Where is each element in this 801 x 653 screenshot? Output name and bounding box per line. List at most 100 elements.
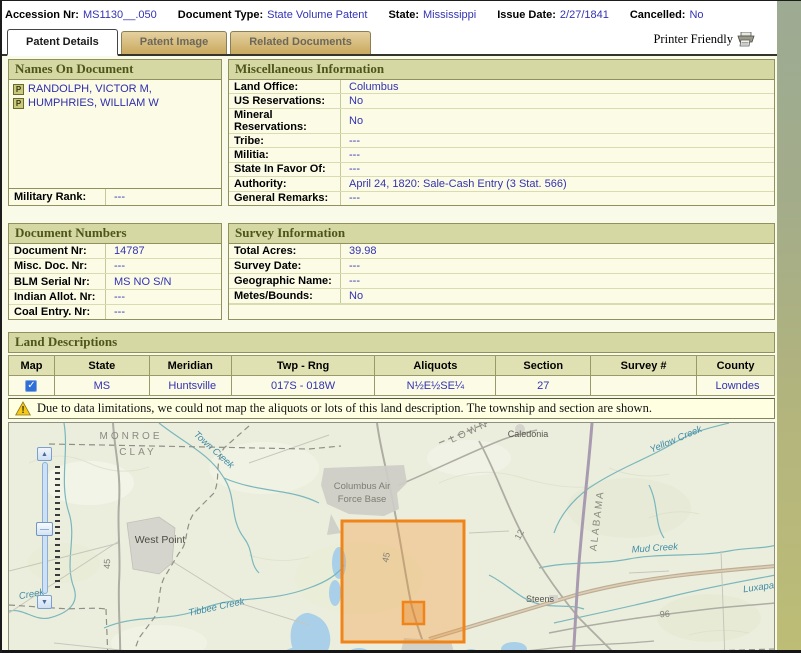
warning-icon: !: [15, 401, 31, 416]
militia-row: Militia:---: [229, 148, 774, 162]
row-label: BLM Serial Nr:: [9, 274, 106, 288]
aliquots-cell: N½E½SE¼: [375, 376, 496, 396]
row-value: No: [341, 290, 363, 302]
zoom-slider-ticks: [55, 466, 60, 592]
table-row: ✓ MS Huntsville 017S - 018W N½E½SE¼ 27 L…: [9, 376, 775, 396]
doc-type-field: Document Type: State Volume Patent: [178, 9, 368, 21]
zoom-in-button[interactable]: ▲: [37, 447, 52, 461]
row-value: ---: [106, 291, 125, 303]
names-list: P RANDOLPH, VICTOR M, P HUMPHRIES, WILLI…: [9, 80, 221, 188]
patentee-name-link[interactable]: RANDOLPH, VICTOR M,: [28, 83, 152, 95]
misc-panel-title: Miscellaneous Information: [229, 60, 774, 80]
military-rank-value: ---: [106, 191, 125, 203]
issue-date-value: 2/27/1841: [560, 9, 609, 21]
row-value: Columbus: [341, 81, 399, 93]
metes-bounds-row: Metes/Bounds:No: [229, 289, 774, 304]
zoom-slider-thumb[interactable]: [36, 522, 53, 536]
names-panel-title: Names On Document: [9, 60, 221, 80]
state-label: State:: [388, 9, 419, 21]
survey-panel-title: Survey Information: [229, 224, 774, 244]
list-item: P HUMPHRIES, WILLIAM W: [13, 97, 217, 109]
county-label-clay: CLAY: [119, 447, 156, 458]
county-cell: Lowndes: [697, 376, 775, 396]
highway-label-45-east: 45: [380, 551, 392, 563]
row-value: 39.98: [341, 245, 377, 257]
row-label: Misc. Doc. Nr:: [9, 259, 106, 273]
cancelled-field: Cancelled: No: [630, 9, 704, 21]
tab-patent-details[interactable]: Patent Details: [7, 29, 118, 56]
doc-type-label: Document Type:: [178, 9, 263, 21]
row-label: Land Office:: [229, 80, 341, 93]
row-value: ---: [341, 163, 360, 175]
map-limitation-warning: ! Due to data limitations, we could not …: [8, 398, 775, 419]
land-descriptions-title: Land Descriptions: [8, 332, 775, 353]
row-value: ---: [106, 306, 125, 318]
land-description-map[interactable]: MONROE CLAY LOWN PICKEN ALABAMA West Poi…: [8, 422, 775, 653]
state-in-favor-row: State In Favor Of:---: [229, 163, 774, 177]
row-value: ---: [341, 135, 360, 147]
col-state: State: [54, 356, 149, 376]
row-value: MS NO S/N: [106, 276, 171, 288]
patentee-name-link[interactable]: HUMPHRIES, WILLIAM W: [28, 97, 159, 109]
state-field: State: Mississippi: [388, 9, 476, 21]
town-label-steens: Steens: [526, 594, 555, 604]
section-cell: 27: [496, 376, 591, 396]
warning-text: Due to data limitations, we could not ma…: [37, 401, 652, 416]
col-aliquots: Aliquots: [375, 356, 496, 376]
printer-friendly-link[interactable]: Printer Friendly: [653, 28, 755, 54]
cafb-label-line1: Columbus Air: [334, 481, 391, 492]
mineral-reservations-row: Mineral Reservations:No: [229, 109, 774, 134]
coal-entry-nr-row: Coal Entry. Nr:---: [9, 305, 221, 319]
zoom-out-button[interactable]: ▼: [37, 595, 52, 609]
us-reservations-row: US Reservations:No: [229, 94, 774, 108]
row-value: ---: [106, 260, 125, 272]
survey-date-row: Survey Date:---: [229, 259, 774, 274]
row-label: State In Favor Of:: [229, 163, 341, 176]
map-checkbox[interactable]: ✓: [25, 380, 37, 392]
patent-details-content: Names On Document P RANDOLPH, VICTOR M, …: [2, 56, 779, 653]
row-label: Geographic Name:: [229, 274, 341, 288]
col-survey: Survey #: [591, 356, 697, 376]
cafb-label-line2: Force Base: [338, 494, 387, 505]
row-value: ---: [341, 192, 360, 204]
authority-row: Authority:April 24, 1820: Sale-Cash Entr…: [229, 177, 774, 191]
map-canvas[interactable]: MONROE CLAY LOWN PICKEN ALABAMA West Poi…: [9, 423, 775, 653]
row-label: Total Acres:: [229, 244, 341, 258]
accession-label: Accession Nr:: [5, 9, 79, 21]
geographic-name-row: Geographic Name:---: [229, 274, 774, 289]
survey-cell: [591, 376, 697, 396]
map-section-highlight: [403, 602, 424, 624]
row-label: Mineral Reservations:: [229, 109, 341, 133]
row-value: ---: [341, 275, 360, 287]
row-label: Metes/Bounds:: [229, 289, 341, 303]
record-summary-bar: Accession Nr: MS1130__.050 Document Type…: [2, 1, 777, 28]
survey-information-panel: Survey Information Total Acres:39.98 Sur…: [228, 223, 775, 320]
row-label: Coal Entry. Nr:: [9, 305, 106, 319]
col-county: County: [697, 356, 775, 376]
highway-label-45-west: 45: [102, 559, 112, 569]
misc-doc-nr-row: Misc. Doc. Nr:---: [9, 259, 221, 274]
svg-text:!: !: [21, 405, 24, 416]
tab-patent-image[interactable]: Patent Image: [121, 31, 227, 54]
total-acres-row: Total Acres:39.98: [229, 244, 774, 259]
meridian-cell: Huntsville: [149, 376, 231, 396]
col-section: Section: [496, 356, 591, 376]
general-remarks-row: General Remarks:---: [229, 192, 774, 205]
document-numbers-panel: Document Numbers Document Nr:14787 Misc.…: [8, 223, 222, 320]
issue-date-label: Issue Date:: [497, 9, 556, 21]
tab-related-documents[interactable]: Related Documents: [230, 31, 371, 54]
row-label: Militia:: [229, 148, 341, 161]
blm-serial-nr-row: BLM Serial Nr:MS NO S/N: [9, 274, 221, 289]
row-label: Survey Date:: [229, 259, 341, 273]
map-checkbox-cell: ✓: [9, 376, 55, 396]
doc-type-value: State Volume Patent: [267, 9, 367, 21]
col-map: Map: [9, 356, 55, 376]
row-label: Document Nr:: [9, 244, 106, 258]
row-label: Tribe:: [229, 134, 341, 147]
highway-label-96: 96: [659, 609, 670, 620]
issue-date-field: Issue Date: 2/27/1841: [497, 9, 609, 21]
tab-bar: Patent Details Patent Image Related Docu…: [2, 28, 777, 56]
row-value: No: [341, 115, 363, 127]
row-label: US Reservations:: [229, 94, 341, 107]
row-value: ---: [341, 260, 360, 272]
